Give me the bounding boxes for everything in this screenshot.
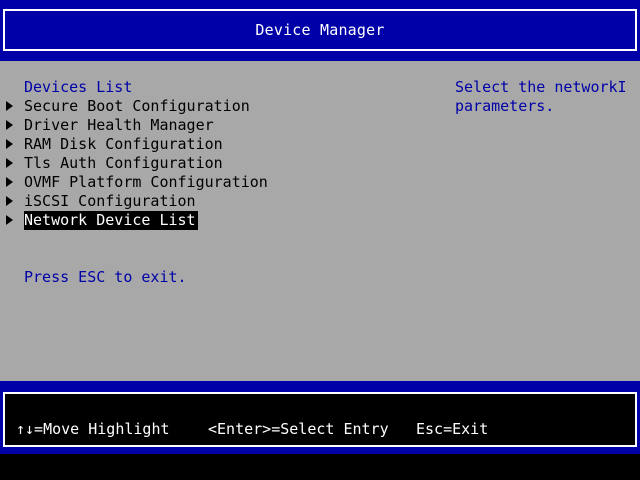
menu-item-label: Secure Boot Configuration: [24, 97, 250, 115]
submenu-arrow-icon: [6, 158, 13, 168]
submenu-arrow-icon: [6, 101, 13, 111]
submenu-arrow-icon: [6, 215, 13, 225]
header-bar: Device Manager: [0, 0, 640, 61]
help-text-line-1: Select the networkI: [455, 78, 627, 96]
menu-item-label: RAM Disk Configuration: [24, 135, 223, 153]
hint-move-highlight: ↑↓=Move Highlight: [16, 420, 170, 438]
main-panel: Devices List Secure Boot Configuration D…: [0, 61, 640, 381]
menu-item-label: OVMF Platform Configuration: [24, 173, 268, 191]
submenu-arrow-icon: [6, 177, 13, 187]
submenu-arrow-icon: [6, 139, 13, 149]
footer-bar: ↑↓=Move Highlight <Enter>=Select Entry E…: [0, 381, 640, 454]
page-title: Device Manager: [255, 21, 385, 39]
menu-item-label: Tls Auth Configuration: [24, 154, 223, 172]
help-text-line-2: parameters.: [455, 97, 555, 115]
submenu-arrow-icon: [6, 120, 13, 130]
submenu-arrow-icon: [6, 196, 13, 206]
exit-instruction: Press ESC to exit.: [24, 268, 187, 286]
menu-item-label: iSCSI Configuration: [24, 192, 196, 210]
menu-item-label-selected: Network Device List: [24, 211, 198, 230]
menu-item-label: Driver Health Manager: [24, 116, 214, 134]
devices-list-title: Devices List: [24, 78, 133, 96]
hint-esc-exit: Esc=Exit: [416, 420, 489, 438]
hint-select-entry: <Enter>=Select Entry: [208, 420, 389, 438]
bios-screen: Device Manager Devices List Secure Boot …: [0, 0, 640, 480]
